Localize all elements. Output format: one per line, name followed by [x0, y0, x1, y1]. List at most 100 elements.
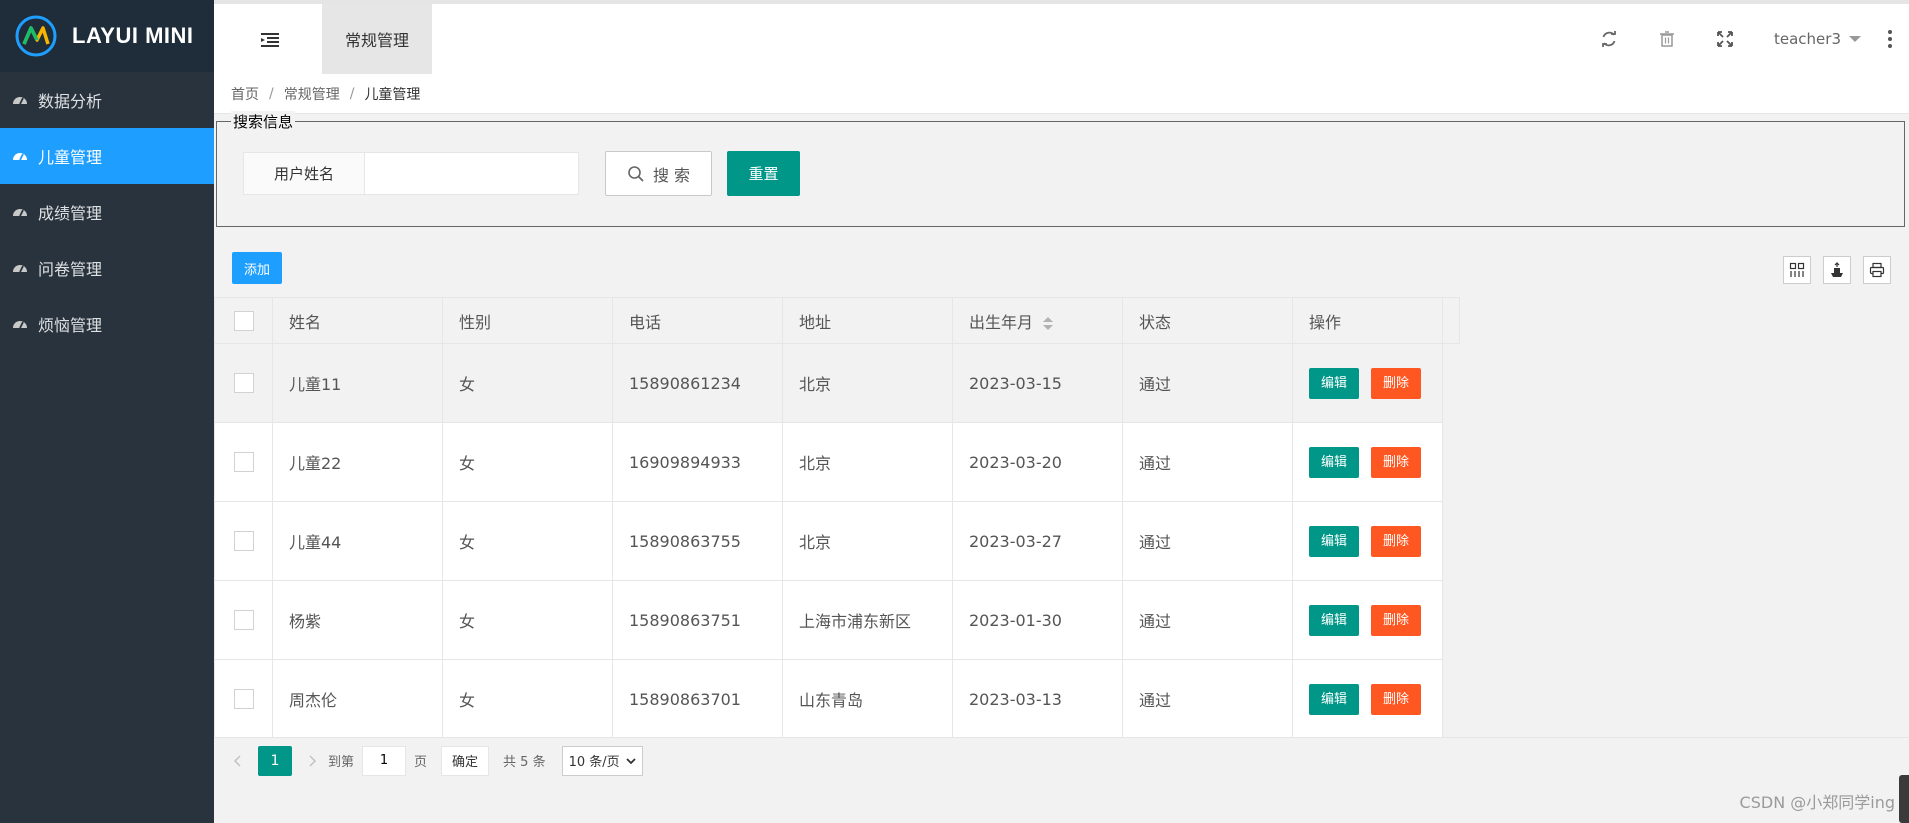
row-checkbox[interactable] [233, 610, 254, 631]
select-all-checkbox[interactable] [233, 310, 254, 331]
sidebar-item-survey[interactable]: 问卷管理 [0, 240, 214, 296]
row-checkbox[interactable] [233, 531, 254, 552]
print-icon [1869, 262, 1885, 278]
scrollbar-handle[interactable] [1899, 775, 1909, 823]
logo-text: LAYUI MINI [72, 23, 194, 48]
pagination: 1 到第 页 确定 共 5 条 10 条/页 [214, 737, 1909, 783]
sidebar-item-scores[interactable]: 成绩管理 [0, 184, 214, 240]
sort-icon[interactable] [1043, 316, 1054, 330]
cell-name: 儿童11 [272, 343, 443, 423]
delete-button[interactable]: 删除 [1371, 683, 1421, 715]
row-checkbox[interactable] [233, 373, 254, 394]
sidebar-item-label: 成绩管理 [38, 204, 103, 223]
cell-sex: 女 [442, 343, 613, 423]
edit-button[interactable]: 编辑 [1309, 446, 1359, 478]
export-icon [1831, 262, 1843, 277]
edit-button[interactable]: 编辑 [1309, 367, 1359, 399]
cell-sex: 女 [442, 580, 613, 660]
tab-general-management[interactable]: 常规管理 [322, 4, 432, 74]
data-table: 姓名 性别 电话 地址 出生年月 状态 操作 儿童11 女 1589086123… [214, 297, 1460, 739]
breadcrumb-home[interactable]: 首页 [231, 84, 259, 104]
goto-page-input[interactable] [362, 745, 407, 776]
user-name: teacher3 [1774, 30, 1841, 48]
next-page-icon[interactable] [304, 753, 320, 769]
cell-status: 通过 [1122, 659, 1293, 739]
edit-button[interactable]: 编辑 [1309, 683, 1359, 715]
column-header-birth-label: 出生年月 [969, 312, 1034, 332]
dashboard-icon [13, 209, 27, 217]
user-menu[interactable]: teacher3 [1774, 30, 1861, 48]
refresh-icon[interactable] [1600, 30, 1618, 48]
edit-button[interactable]: 编辑 [1309, 525, 1359, 557]
trash-icon[interactable] [1658, 30, 1676, 48]
row-select-cell [214, 659, 273, 739]
total-count: 共 5 条 [503, 755, 546, 770]
page-size-value: 10 条/页 [568, 755, 620, 770]
prev-page-icon[interactable] [230, 753, 246, 769]
cell-address: 山东青岛 [782, 659, 953, 739]
cell-sex: 女 [442, 501, 613, 581]
cell-address: 北京 [782, 501, 953, 581]
delete-button[interactable]: 删除 [1371, 525, 1421, 557]
page-number-current[interactable]: 1 [258, 745, 292, 776]
breadcrumb-general[interactable]: 常规管理 [284, 84, 340, 104]
search-legend: 搜索信息 [231, 111, 296, 132]
logo[interactable]: LAYUI MINI [0, 0, 214, 72]
fullscreen-icon[interactable] [1716, 30, 1734, 48]
more-icon[interactable] [1875, 24, 1905, 54]
cell-name: 杨紫 [272, 580, 443, 660]
search-button[interactable]: 搜 索 [605, 151, 712, 196]
dashboard-icon [13, 265, 27, 273]
row-checkbox[interactable] [233, 452, 254, 473]
page-size-select[interactable]: 10 条/页 [561, 745, 643, 776]
delete-button[interactable]: 删除 [1371, 446, 1421, 478]
sidebar-item-data-analysis[interactable]: 数据分析 [0, 72, 214, 128]
sidebar-item-label: 数据分析 [38, 92, 103, 111]
columns-icon [1789, 262, 1805, 277]
sidebar-item-label: 烦恼管理 [38, 316, 103, 335]
search-icon [628, 165, 644, 182]
row-select-cell [214, 501, 273, 581]
cell-address: 上海市浦东新区 [782, 580, 953, 660]
cell-name: 周杰伦 [272, 659, 443, 739]
edit-button[interactable]: 编辑 [1309, 604, 1359, 636]
sidebar-item-children[interactable]: 儿童管理 [0, 128, 214, 184]
row-checkbox[interactable] [233, 689, 254, 710]
sidebar-item-label: 问卷管理 [38, 260, 103, 279]
column-header-birth[interactable]: 出生年月 [952, 297, 1123, 344]
dashboard-icon [13, 321, 27, 329]
breadcrumb-current: 儿童管理 [364, 86, 421, 103]
cell-phone: 15890863701 [612, 659, 783, 739]
search-button-label: 搜 索 [652, 165, 691, 185]
cell-phone: 15890863751 [612, 580, 783, 660]
print-button[interactable] [1863, 256, 1891, 284]
columns-filter-button[interactable] [1783, 256, 1811, 284]
column-header-sex: 性别 [442, 297, 613, 344]
add-button[interactable]: 添加 [232, 252, 282, 284]
dashboard-icon [13, 153, 27, 161]
cell-status: 通过 [1122, 343, 1293, 423]
export-button[interactable] [1823, 256, 1851, 284]
cell-birth: 2023-03-15 [952, 343, 1123, 423]
menu-toggle-icon[interactable] [261, 32, 279, 48]
table-row: 杨紫 女 15890863751 上海市浦东新区 2023-01-30 通过 编… [214, 580, 1460, 660]
column-header-address: 地址 [782, 297, 953, 344]
sidebar-item-worries[interactable]: 烦恼管理 [0, 296, 214, 352]
goto-confirm-button[interactable]: 确定 [441, 745, 490, 776]
table-row: 儿童22 女 16909894933 北京 2023-03-20 通过 编辑 删除 [214, 422, 1460, 502]
cell-phone: 15890861234 [612, 343, 783, 423]
cell-sex: 女 [442, 659, 613, 739]
delete-button[interactable]: 删除 [1371, 604, 1421, 636]
reset-button[interactable]: 重置 [727, 151, 800, 196]
username-input[interactable] [364, 152, 579, 195]
breadcrumb-separator: / [349, 85, 355, 102]
table-row: 儿童44 女 15890863755 北京 2023-03-27 通过 编辑 删除 [214, 501, 1460, 581]
cell-name: 儿童44 [272, 501, 443, 581]
delete-button[interactable]: 删除 [1371, 367, 1421, 399]
header-filler [1442, 297, 1460, 344]
sidebar: LAYUI MINI 数据分析 儿童管理 成绩管理 问卷管理 烦恼管理 [0, 0, 214, 823]
cell-actions: 编辑 删除 [1292, 343, 1443, 423]
cell-status: 通过 [1122, 422, 1293, 502]
cell-actions: 编辑 删除 [1292, 580, 1443, 660]
column-header-name: 姓名 [272, 297, 443, 344]
